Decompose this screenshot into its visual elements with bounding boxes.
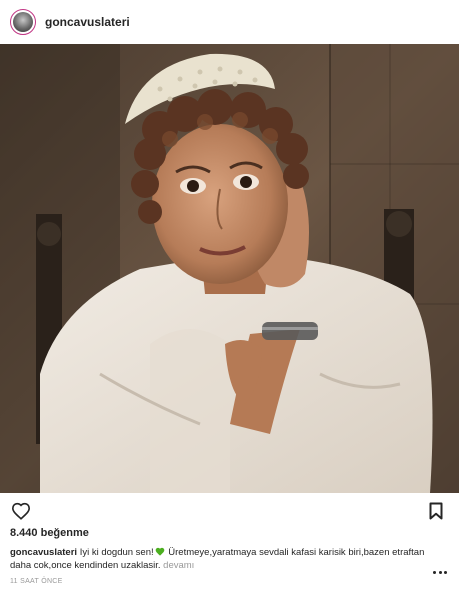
bookmark-outline-icon	[429, 502, 443, 520]
likes-count[interactable]: 8.440 beğenme	[10, 527, 89, 539]
caption-text-part1: Iyi ki dogdun sen!	[79, 547, 154, 558]
instagram-post: goncavuslateri 8.440 beğenme goncavuslat…	[0, 0, 459, 594]
avatar[interactable]	[10, 9, 36, 35]
post-username[interactable]: goncavuslateri	[45, 15, 130, 29]
more-dots-icon	[433, 570, 436, 574]
more-options-button[interactable]	[433, 568, 447, 576]
post-photo[interactable]	[0, 44, 459, 493]
post-header: goncavuslateri	[0, 0, 459, 44]
caption-username[interactable]: goncavuslateri	[10, 547, 77, 558]
heart-outline-icon	[11, 502, 31, 520]
portrait-photo	[0, 44, 459, 493]
like-button[interactable]	[10, 500, 32, 522]
save-button[interactable]	[425, 500, 447, 522]
avatar-image	[13, 12, 33, 32]
more-dots-icon	[444, 570, 447, 574]
post-actions	[0, 496, 459, 526]
likes-number: 8.440	[10, 527, 38, 539]
more-link[interactable]: devamı	[163, 560, 194, 571]
post-caption: goncavuslateri Iyi ki dogdun sen! Üretme…	[10, 546, 428, 572]
likes-label: beğenme	[40, 527, 89, 539]
more-dots-icon	[438, 570, 442, 574]
post-timestamp: 11 SAAT ÖNCE	[10, 578, 63, 585]
green-heart-icon	[155, 547, 164, 556]
